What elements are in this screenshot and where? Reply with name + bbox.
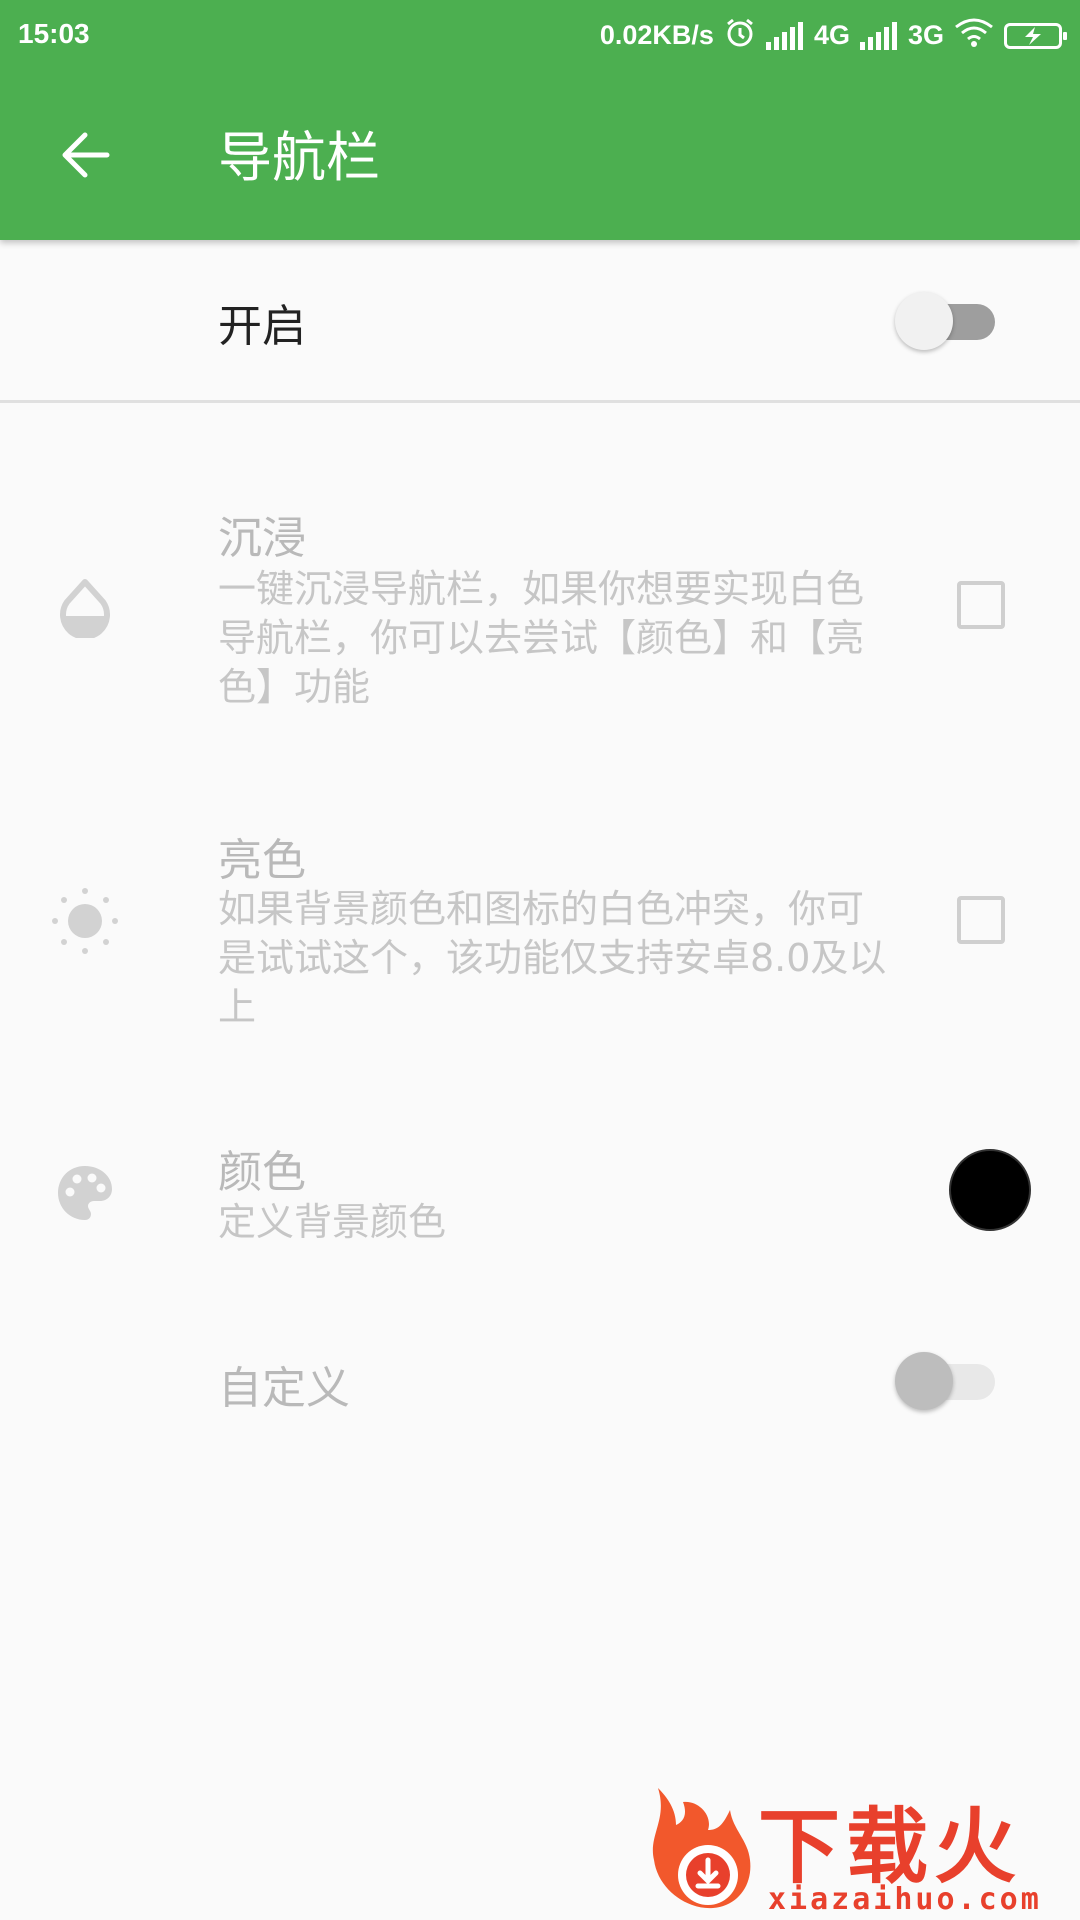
status-time: 15:03: [18, 18, 90, 49]
status-right: 0.02KB/s 4G 3G: [599, 16, 1067, 55]
light-description: 如果背景颜色和图标的白色冲突，你可是试试这个，该功能仅支持安卓8.0及以上: [218, 887, 887, 1029]
back-button[interactable]: [40, 110, 130, 200]
switch-thumb: [895, 1352, 953, 1410]
custom-row[interactable]: 自定义: [0, 1300, 1080, 1460]
immersive-checkbox[interactable]: [957, 581, 1005, 629]
network-type-1: 4G: [813, 20, 850, 50]
alarm-icon: [724, 16, 756, 55]
arrow-back-icon: [62, 132, 110, 178]
light-row[interactable]: 亮色 如果背景颜色和图标的白色冲突，你可是试试这个，该功能仅支持安卓8.0及以上: [0, 800, 1080, 1050]
custom-switch[interactable]: [895, 1344, 1005, 1414]
page-title: 导航栏: [218, 126, 380, 189]
color-swatch[interactable]: [949, 1149, 1031, 1231]
color-title: 颜色: [218, 1147, 306, 1198]
signal-icon: [765, 21, 804, 50]
status-bar: 15:03 0.02KB/s 4G 3G: [0, 0, 1080, 72]
immersive-row[interactable]: 沉浸 一键沉浸导航栏，如果你想要实现白色导航栏，你可以去尝试【颜色】和【亮色】功…: [0, 480, 1080, 740]
app-bar: 15:03 0.02KB/s 4G 3G 导航栏: [0, 0, 1080, 240]
color-row[interactable]: 颜色 定义背景颜色: [0, 1110, 1080, 1260]
immersive-description: 一键沉浸导航栏，如果你想要实现白色导航栏，你可以去尝试【颜色】和【亮色】功能: [218, 567, 865, 709]
brightness-icon: [50, 886, 120, 956]
light-title: 亮色: [218, 835, 306, 886]
wifi-icon: [954, 17, 994, 54]
drop-icon: [50, 573, 120, 643]
switch-thumb: [895, 292, 953, 350]
battery-charging-icon: [1004, 22, 1067, 49]
signal-icon: [859, 21, 898, 50]
watermark-url: xiazaihuo.com: [768, 1882, 1042, 1917]
divider: [0, 400, 1080, 403]
enable-row[interactable]: 开启: [0, 240, 1080, 400]
color-description: 定义背景颜色: [218, 1200, 447, 1244]
network-type-2: 3G: [907, 20, 944, 50]
custom-label: 自定义: [218, 1363, 350, 1414]
palette-icon: [50, 1158, 120, 1228]
network-speed: 0.02KB/s: [599, 20, 714, 50]
immersive-title: 沉浸: [218, 513, 306, 564]
enable-label: 开启: [218, 301, 306, 352]
watermark-logo-icon: [652, 1788, 751, 1909]
enable-switch[interactable]: [895, 284, 1005, 354]
light-checkbox[interactable]: [957, 896, 1005, 944]
watermark: 下载火 xiazaihuo.com: [638, 1780, 1080, 1920]
